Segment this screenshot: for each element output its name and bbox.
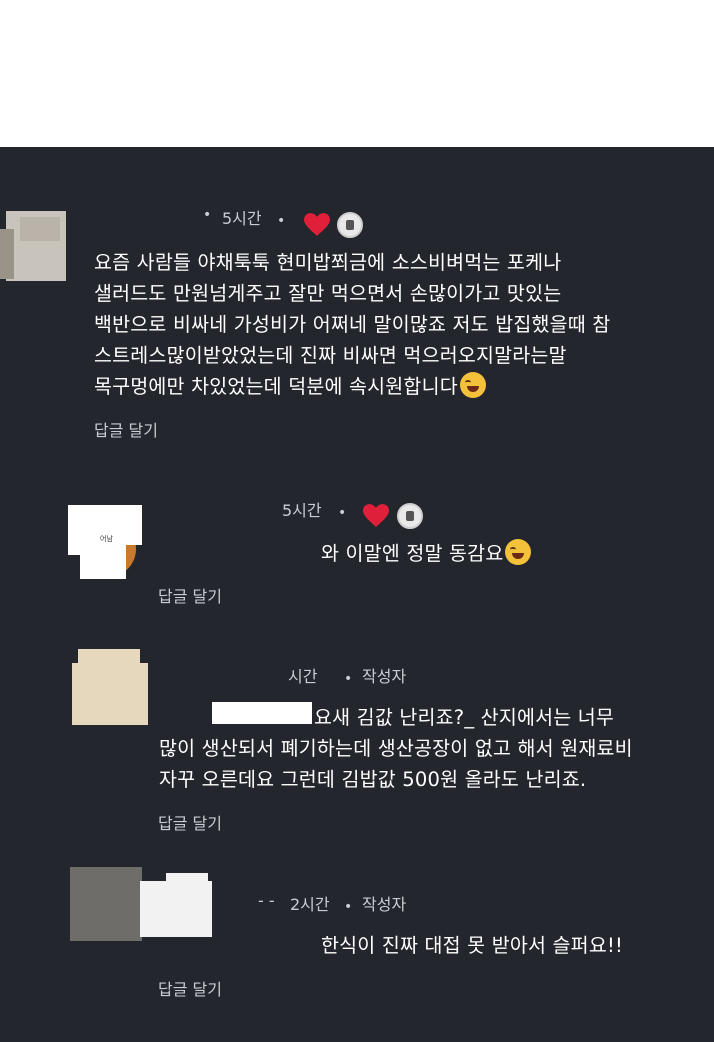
reply-button[interactable]: 답글 달기 bbox=[158, 976, 222, 1000]
svg-text:어남: 어남 bbox=[100, 534, 113, 543]
comment-line: 요즘 사람들 야채툭툭 현미밥쬐금에 소스비벼먹는 포케나 bbox=[94, 251, 562, 274]
avatar[interactable] bbox=[0, 209, 66, 287]
heart-icon[interactable] bbox=[304, 213, 330, 237]
laughing-emoji-icon bbox=[505, 539, 532, 565]
top-blank-area bbox=[0, 0, 714, 147]
comment-line: 한식이 진짜 대접 못 받아서 슬퍼요!! bbox=[321, 934, 623, 957]
author-tag: 작성자 bbox=[362, 667, 407, 686]
comment-line: 많이 생산되서 폐기하는데 생산공장이 없고 해서 원재료비 bbox=[159, 737, 633, 760]
avatar[interactable]: 어남 bbox=[66, 505, 142, 579]
reply-button[interactable]: 답글 달기 bbox=[158, 583, 222, 607]
comment-time: 5시간 bbox=[282, 501, 322, 520]
reply-button[interactable]: 답글 달기 bbox=[158, 810, 222, 834]
creator-avatar-icon bbox=[397, 503, 423, 529]
comment-line: 요새 김값 난리죠?_ 산지에서는 너무 bbox=[314, 706, 615, 729]
comment-line: 백반으로 비싸네 가성비가 어쩌네 말이많죠 저도 밥집했을때 참 bbox=[94, 313, 611, 336]
comment-line: 와 이말엔 정말 동감요 bbox=[321, 538, 532, 569]
avatar[interactable] bbox=[66, 649, 148, 725]
heart-icon[interactable] bbox=[363, 504, 389, 528]
reply-button[interactable]: 답글 달기 bbox=[94, 417, 158, 441]
comments-panel: • 5시간 • 요즘 사람들 야채툭툭 현미밥쬐금에 소스비벼먹는 포케나 샐러… bbox=[0, 147, 714, 1042]
comment-line: 목구멍에만 차있었는데 덕분에 속시원합니다 bbox=[94, 371, 610, 402]
author-tag: 작성자 bbox=[362, 895, 407, 914]
comment-line: 스트레스많이받았었는데 진짜 비싸면 먹으러오지말라는말 bbox=[94, 344, 567, 367]
comment-time: 5시간 bbox=[222, 209, 262, 228]
comment-time: 시간 bbox=[288, 667, 318, 686]
comment-line: 샐러드도 만원넘게주고 잘만 먹으면서 손많이가고 맛있는 bbox=[94, 282, 562, 305]
comment-line: 자꾸 오른데요 그런데 김밥값 500원 올라도 난리죠. bbox=[159, 768, 587, 791]
comment-time: 2시간 bbox=[290, 895, 330, 914]
avatar[interactable] bbox=[66, 867, 214, 943]
creator-avatar-icon bbox=[337, 212, 363, 238]
laughing-emoji-icon bbox=[459, 372, 486, 398]
